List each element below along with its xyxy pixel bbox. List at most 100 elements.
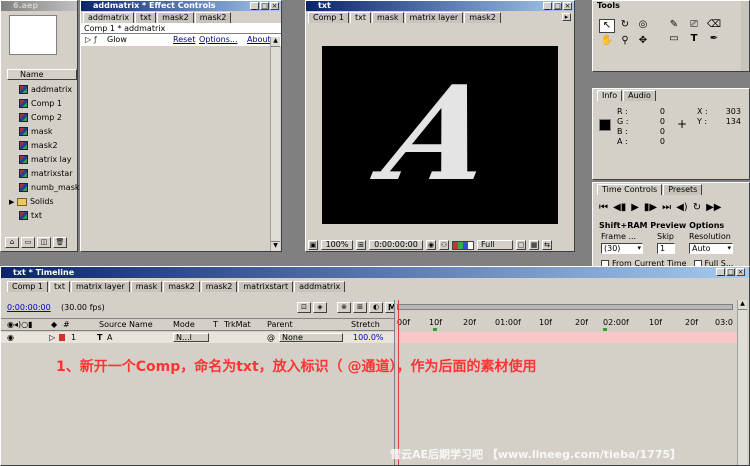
tab-mask2[interactable]: mask2 [163,281,200,292]
tab-comp1[interactable]: Comp 1 [7,281,48,292]
parent-select[interactable]: None [279,333,343,342]
clone-stamp-tool-icon[interactable]: ⎚ [685,19,703,31]
dropdown-arrow-icon[interactable]: ▾ [637,244,641,253]
skip-field[interactable]: 1 [657,243,675,254]
frame-blending-icon[interactable]: ⊞ [353,302,367,313]
stretch-value[interactable]: 100.0% [353,332,384,343]
channels-icon[interactable] [452,240,474,250]
layer-bar-track[interactable] [394,332,737,343]
type-tool-icon[interactable]: T [685,33,703,45]
work-area-bar[interactable] [397,304,733,310]
safe-zones-icon[interactable]: ⊞ [356,240,366,250]
expand-arrow-icon[interactable]: ▷ [49,332,55,343]
audio-icon[interactable]: ◀) [676,202,688,214]
current-time-indicator[interactable] [398,300,399,465]
scrollbar[interactable]: ▲ [737,300,747,465]
comp-canvas[interactable]: A [322,46,558,224]
track-camera-tool-icon[interactable]: ✥ [635,35,651,47]
tab-presets[interactable]: Presets [663,184,703,195]
parent-column-label[interactable]: Parent [267,319,293,331]
timecode-field[interactable]: 0:00:00:00 [369,240,423,250]
maximize-button[interactable]: □ [726,268,735,276]
about-link[interactable]: About [247,34,271,46]
project-item[interactable]: addmatrix [7,83,77,97]
loop-icon[interactable]: ↻ [693,202,701,214]
close-button[interactable]: × [270,2,279,10]
maximize-button[interactable]: □ [260,2,269,10]
rotation-tool-icon[interactable]: ↻ [617,19,633,33]
tab-audio[interactable]: Audio [623,90,656,101]
zoom-select[interactable]: 100% [321,240,353,250]
interpret-footage-icon[interactable]: ⌂ [5,237,19,248]
trkmat-column-label[interactable]: TrkMat [224,319,251,331]
pen-tool-icon[interactable]: ✒ [705,33,723,45]
source-name-column-label[interactable]: Source Name [99,319,153,331]
transparency-grid-icon[interactable]: ▦ [529,240,539,250]
t-column-label[interactable]: T [213,319,218,331]
tab-mask[interactable]: mask [130,281,163,292]
frame-rate-select[interactable]: (30) ▾ [601,243,643,254]
new-folder-icon[interactable]: ▭ [21,237,35,248]
composition-viewport[interactable]: A [308,25,572,237]
tab-addmatrix[interactable]: addmatrix [294,281,346,292]
layer-label-swatch[interactable] [59,334,65,341]
project-item[interactable]: ▶ Solids [7,195,77,209]
scrollbar[interactable] [741,1,749,71]
new-comp-icon[interactable]: ◫ [37,237,51,248]
tab-mask[interactable]: mask [372,12,404,23]
project-item[interactable]: txt [7,209,77,223]
shy-layers-icon[interactable]: ◐ [369,302,383,313]
hand-tool-icon[interactable]: ✋ [599,35,615,47]
close-button[interactable]: × [736,268,745,276]
region-of-interest-icon[interactable]: ▢ [516,240,526,250]
tab-info[interactable]: Info [597,90,623,101]
resolution-select[interactable]: Auto ▾ [689,243,733,254]
minimize-button[interactable]: _ [716,268,725,276]
mode-column-label[interactable]: Mode [173,319,195,331]
tab-mask2-b[interactable]: mask2 [194,12,232,23]
snapshot-icon[interactable]: ◉ [426,240,436,250]
pickwhip-icon[interactable]: @ [267,332,275,343]
effect-row-glow[interactable]: ▷ ƒ Glow Reset Options... About [81,34,281,46]
project-list-header[interactable]: Name [7,69,77,80]
project-item[interactable]: mask [7,125,77,139]
time-ruler[interactable]: 00f 10f 20f 01:00f 10f 20f 02:00f 10f 20… [394,300,737,332]
layer-row[interactable]: ◉ ▷ 1 T A N...l @ None 100.0% [1,332,394,343]
tab-matrix-layer[interactable]: matrix layer [404,12,464,23]
tab-addmatrix[interactable]: addmatrix [83,12,135,23]
layer-name[interactable]: A [107,332,112,343]
stretch-column-label[interactable]: Stretch [351,319,380,331]
trash-icon[interactable]: 🗑 [53,237,67,248]
tab-comp1[interactable]: Comp 1 [308,12,349,23]
selection-tool-icon[interactable]: ↖ [599,19,615,33]
tab-txt[interactable]: txt [349,12,371,23]
tab-time-controls[interactable]: Time Controls [597,184,663,195]
tab-txt[interactable]: txt [135,12,157,23]
project-item[interactable]: Comp 2 [7,111,77,125]
tab-mask2[interactable]: mask2 [157,12,194,23]
current-time[interactable]: 0:00:00:00 [7,303,51,312]
minimize-button[interactable]: _ [543,2,552,10]
project-item[interactable]: matrix lay [7,153,77,167]
minimize-button[interactable]: _ [250,2,259,10]
av-features-icon[interactable]: ◉◂)○▮ [7,319,33,331]
show-snapshot-icon[interactable]: ⚇ [439,240,449,250]
visibility-icon[interactable]: ◉ [7,332,14,343]
play-icon[interactable]: ▶ [631,202,639,214]
scrollbar[interactable]: ▲ ▼ [270,37,280,251]
always-preview-icon[interactable]: ▣ [308,240,318,250]
label-column-icon[interactable]: ◆ [51,319,57,331]
last-frame-icon[interactable]: ⏭ [662,202,671,214]
previous-frame-icon[interactable]: ◀▮ [613,202,626,214]
tab-matrixstart[interactable]: matrixstart [238,281,294,292]
reset-link[interactable]: Reset [173,34,195,46]
project-item[interactable]: numb_mask [7,181,80,195]
dropdown-arrow-icon[interactable]: ▾ [727,244,731,253]
orbit-camera-tool-icon[interactable]: ◎ [635,19,651,33]
ram-preview-icon[interactable]: ▶▶ [706,202,721,214]
comp-marker-icon[interactable]: ⊡ [297,302,311,313]
tab-mask2[interactable]: mask2 [464,12,501,23]
comp-flowchart-icon[interactable]: ⇆ [542,240,552,250]
expand-arrow-icon[interactable]: ▶ [9,198,14,206]
project-item[interactable]: Comp 1 [7,97,77,111]
